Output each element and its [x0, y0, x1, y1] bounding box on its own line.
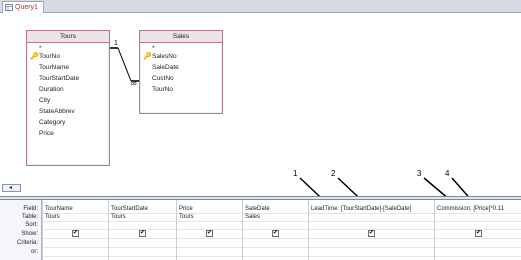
row-label-table: Table:	[21, 214, 38, 220]
grid-column-price[interactable]: Price Tours	[176, 200, 242, 260]
field-salesno[interactable]: SalesNo	[152, 53, 177, 61]
grid-column-saledate[interactable]: SaleDate Sales	[242, 200, 308, 260]
field-cell[interactable]: TourName	[45, 205, 73, 213]
field-cell[interactable]: LeadTime: [TourStartDate]-[SaleDate]	[311, 205, 411, 213]
table-sales[interactable]: Sales * 🔑 SalesNo SaleDate CustNo TourNo	[139, 30, 223, 114]
primary-key-icon: 🔑	[30, 53, 39, 60]
field-price[interactable]: Price	[39, 130, 54, 138]
primary-key-icon: 🔑	[143, 53, 152, 60]
table-pane: Tours * 🔑 TourNo TourName TourStartDate …	[0, 13, 521, 183]
row-label-field: Field:	[23, 206, 38, 212]
field-cell[interactable]: Price	[179, 205, 193, 213]
field-city[interactable]: City	[39, 97, 50, 105]
field-tourno[interactable]: TourNo	[152, 86, 173, 94]
field-cell[interactable]: Commission: [Price]*0.11	[437, 205, 504, 213]
query-icon	[5, 4, 13, 11]
table-cell[interactable]: Sales	[245, 213, 260, 221]
table-cell[interactable]: Tours	[111, 213, 126, 221]
field-custno[interactable]: CustNo	[152, 75, 174, 83]
row-labels: Field: Table: Sort: Show: Criteria: or:	[0, 200, 42, 260]
document-tab-strip: Query1	[0, 0, 521, 13]
table-cell[interactable]: Tours	[45, 213, 60, 221]
tab-label: Query1	[15, 4, 38, 11]
field-stateabbrev[interactable]: StateAbbrev	[39, 108, 75, 116]
show-checkbox[interactable]	[206, 229, 213, 237]
show-checkbox[interactable]	[272, 229, 279, 237]
row-label-criteria: Criteria:	[16, 240, 38, 246]
callout-number-3: 3	[417, 169, 422, 178]
scroll-left-button[interactable]: ◂	[2, 184, 21, 192]
show-checkbox[interactable]	[368, 229, 375, 237]
table-title[interactable]: Tours	[27, 31, 109, 43]
tab-query1[interactable]: Query1	[2, 1, 44, 13]
field-saledate[interactable]: SaleDate	[152, 64, 179, 72]
row-label-sort: Sort:	[25, 222, 38, 228]
grid-column-leadtime[interactable]: LeadTime: [TourStartDate]-[SaleDate]	[308, 200, 434, 260]
chevron-left-icon: ◂	[9, 185, 13, 191]
field-tourstartdate[interactable]: TourStartDate	[39, 75, 79, 83]
callout-number-1: 1	[293, 169, 298, 178]
show-checkbox[interactable]	[72, 229, 79, 237]
row-label-or: or:	[30, 249, 38, 255]
grid-column-tourname[interactable]: TourName Tours	[42, 200, 108, 260]
field-tourname[interactable]: TourName	[39, 64, 69, 72]
field-all[interactable]: *	[39, 45, 42, 53]
field-cell[interactable]: SaleDate	[245, 205, 270, 213]
callout-number-2: 2	[331, 169, 336, 178]
table-title[interactable]: Sales	[140, 31, 222, 43]
callout-number-4: 4	[445, 169, 450, 178]
table-tours[interactable]: Tours * 🔑 TourNo TourName TourStartDate …	[26, 30, 110, 166]
field-cell[interactable]: TourStartDate	[111, 205, 148, 213]
field-duration[interactable]: Duration	[39, 86, 64, 94]
field-all[interactable]: *	[152, 45, 155, 53]
field-tourno[interactable]: TourNo	[39, 53, 60, 61]
row-label-show: Show:	[21, 231, 38, 237]
query-design-grid: Field: Table: Sort: Show: Criteria: or: …	[0, 200, 521, 260]
show-checkbox[interactable]	[139, 229, 146, 237]
table-cell[interactable]: Tours	[179, 213, 194, 221]
grid-column-commission[interactable]: Commission: [Price]*0.11	[434, 200, 521, 260]
show-checkbox[interactable]	[475, 229, 482, 237]
grid-column-tourstartdate[interactable]: TourStartDate Tours	[108, 200, 176, 260]
field-category[interactable]: Category	[39, 119, 65, 127]
